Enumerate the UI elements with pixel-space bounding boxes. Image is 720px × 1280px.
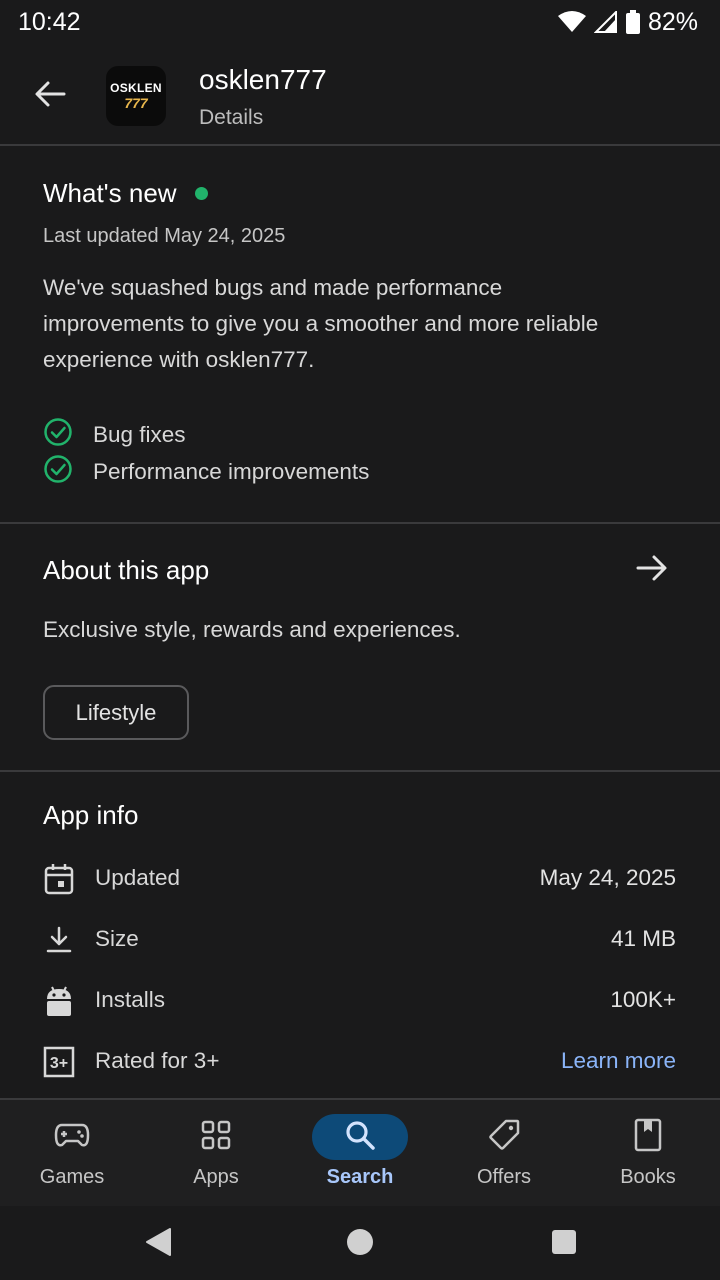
info-row-size: Size 41 MB [0,919,720,959]
app-logo-text-bottom: 777 [124,95,148,111]
apps-grid-icon [201,1120,231,1155]
info-value: May 24, 2025 [539,865,676,890]
nav-pill [600,1114,696,1160]
info-label: Updated [95,865,181,890]
about-more-button[interactable] [636,554,676,590]
list-item: Bug fixes [43,416,369,453]
wifi-icon [557,11,586,33]
nav-apps[interactable]: Apps [144,1100,288,1206]
whats-new-list: Bug fixes Performance improvements [43,416,369,490]
bottom-navigation: Games Apps Search Offers Books [0,1100,720,1206]
info-value: 41 MB [610,926,676,951]
app-info-title: App info [43,800,139,830]
nav-books[interactable]: Books [576,1100,720,1206]
tag-icon [487,1118,521,1157]
system-back-button[interactable] [140,1226,176,1262]
last-updated-text: Last updated May 24, 2025 [43,225,286,247]
svg-text:3+: 3+ [50,1055,68,1072]
nav-label: Games [39,1166,105,1188]
info-label: Installs [95,987,166,1012]
status-time: 10:42 [18,7,81,36]
circle-home-icon [346,1228,374,1261]
search-icon [344,1119,376,1156]
nav-pill-active [312,1114,408,1160]
gamepad-icon [54,1121,90,1154]
app-header: OSKLEN 777 osklen777 Details [0,46,720,146]
whats-new-description: We've squashed bugs and made performance… [43,275,599,372]
whats-new-title: What's new [43,178,177,208]
whats-new-header: What's new [43,178,208,209]
nav-label: Search [326,1166,394,1188]
battery-percent: 82% [647,7,698,36]
arrow-back-icon [34,80,66,113]
nav-games[interactable]: Games [0,1100,144,1206]
app-logo-text-top: OSKLEN [110,81,162,95]
nav-pill [24,1114,120,1160]
whats-new-section: What's new Last updated May 24, 2025 We'… [0,148,720,524]
app-info-section: App info Updated May 24, 2025 Size 41 MB [0,772,720,1100]
status-bar: 10:42 82% [0,0,720,44]
nav-label: Books [620,1166,676,1188]
system-recents-button[interactable] [546,1226,582,1262]
learn-more-link[interactable]: Learn more [561,1048,676,1074]
nav-label: Apps [193,1166,239,1188]
back-button[interactable] [26,74,74,118]
about-description: Exclusive style, rewards and experiences… [43,617,461,642]
system-navigation-bar [0,1206,720,1280]
calendar-icon [42,862,76,896]
nav-label: Offers [476,1166,532,1188]
system-home-button[interactable] [342,1226,378,1262]
info-value: 100K+ [610,987,676,1012]
arrow-forward-icon [636,555,668,586]
nav-pill [168,1114,264,1160]
app-name: osklen777 [199,64,327,95]
check-circle-icon [43,417,73,452]
nav-offers[interactable]: Offers [432,1100,576,1206]
about-title: About this app [43,555,210,585]
list-item-label: Bug fixes [93,421,186,447]
category-chip[interactable]: Lifestyle [43,685,189,740]
info-row-updated: Updated May 24, 2025 [0,858,720,898]
triangle-back-icon [144,1227,172,1262]
check-circle-icon [43,454,73,489]
about-section: About this app Exclusive style, rewards … [0,524,720,772]
info-label: Rated for 3+ [95,1048,220,1073]
cell-signal-icon [593,11,618,33]
nav-pill [456,1114,552,1160]
status-icons: 82% [557,7,698,37]
book-icon [634,1118,662,1157]
square-recents-icon [550,1228,578,1261]
list-item-label: Performance improvements [93,458,370,484]
info-row-rating: 3+ Rated for 3+ Learn more [0,1041,720,1081]
info-label: Size [95,926,139,951]
list-item: Performance improvements [43,453,369,490]
new-indicator-dot [194,187,208,200]
android-icon [42,984,76,1018]
page-subtitle: Details [199,106,264,129]
download-icon [42,923,76,957]
app-logo: OSKLEN 777 [106,66,166,126]
rating-3plus-icon: 3+ [42,1045,76,1079]
battery-icon [625,10,640,34]
nav-search[interactable]: Search [288,1100,432,1206]
info-row-installs: Installs 100K+ [0,980,720,1020]
